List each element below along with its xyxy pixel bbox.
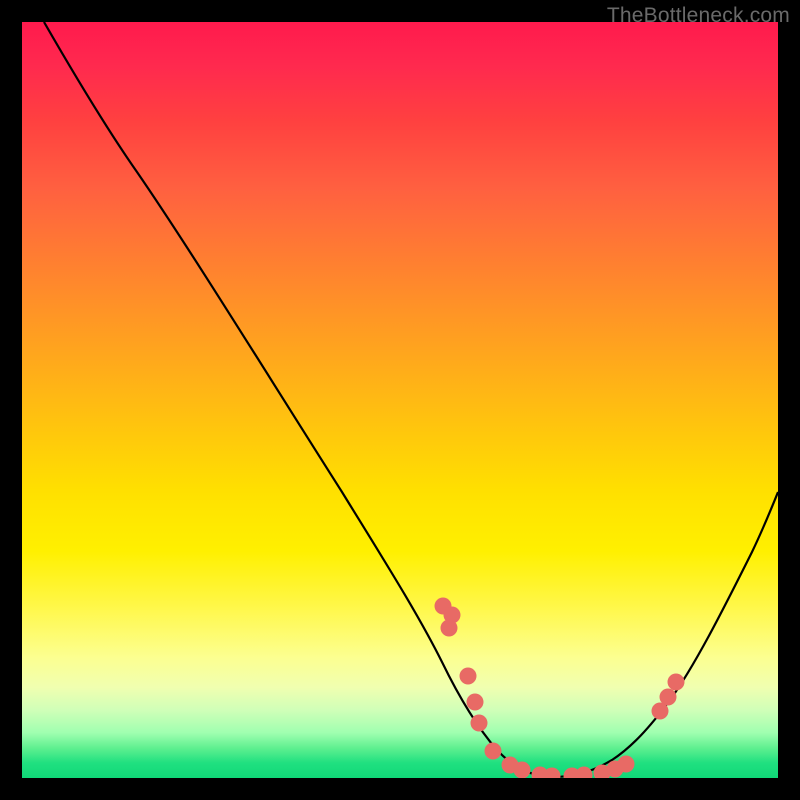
data-marker: [514, 762, 531, 779]
chart-svg: [22, 22, 778, 778]
data-marker: [660, 689, 677, 706]
data-marker: [485, 743, 502, 760]
data-marker: [576, 767, 593, 779]
plot-area: [22, 22, 778, 778]
data-marker: [460, 668, 477, 685]
data-marker: [471, 715, 488, 732]
data-marker: [668, 674, 685, 691]
marker-group: [435, 598, 685, 779]
data-marker: [441, 620, 458, 637]
chart-container: TheBottleneck.com: [0, 0, 800, 800]
data-marker: [618, 756, 635, 773]
bottleneck-curve: [44, 22, 778, 777]
watermark-text: TheBottleneck.com: [607, 4, 790, 28]
data-marker: [467, 694, 484, 711]
